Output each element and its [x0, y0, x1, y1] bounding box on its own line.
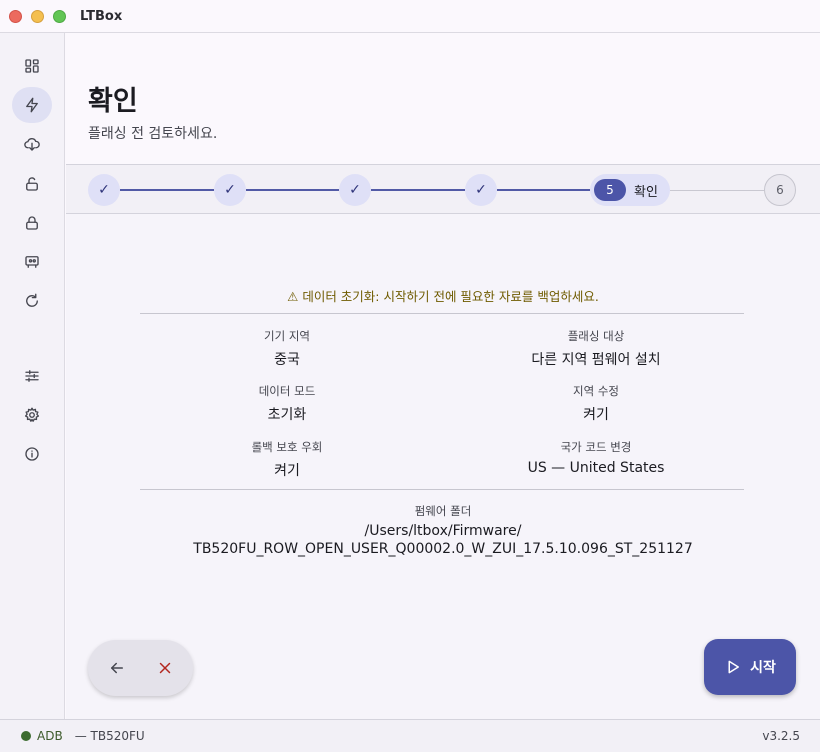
- start-button[interactable]: 시작: [704, 639, 796, 695]
- step-connector: [371, 189, 465, 191]
- field-value: 다른 지역 펌웨어 설치: [531, 352, 661, 368]
- firmware-folder-label: 펌웨어 폴더: [414, 504, 472, 518]
- field-flash-target: 플래싱 대상 다른 지역 펌웨어 설치: [446, 328, 746, 369]
- unlock-icon: [26, 177, 38, 191]
- field-value: 켜기: [583, 407, 609, 423]
- minimize-window-button[interactable]: [31, 9, 44, 23]
- firmware-folder-path-line: /Users/ltbox/Firmware/: [364, 523, 522, 539]
- firmware-folder-path: /Users/ltbox/Firmware/ TB520FU_ROW_OPEN_…: [66, 522, 820, 558]
- title-bar: LTBox: [0, 0, 820, 33]
- review-content: ⚠ 데이터 초기화: 시작하기 전에 필요한 자료를 백업하세요. 기기 지역 …: [66, 214, 820, 719]
- status-bar: ADB — TB520FU v3.2.5: [0, 719, 820, 752]
- dashboard-icon: [25, 59, 39, 73]
- sidebar-item-lock[interactable]: [12, 205, 52, 241]
- field-label: 지역 수정: [573, 384, 619, 398]
- connection-mode: ADB: [37, 729, 63, 743]
- play-icon: [728, 660, 740, 674]
- step-1-complete[interactable]: ✓: [88, 174, 120, 206]
- close-window-button[interactable]: [9, 9, 22, 23]
- sidebar-item-refresh[interactable]: [12, 283, 52, 319]
- lock-icon: [26, 216, 38, 230]
- page-header: 확인 플래싱 전 검토하세요.: [66, 33, 820, 164]
- flash-icon: [26, 97, 38, 113]
- field-value: 켜기: [274, 463, 300, 479]
- sidebar-item-device[interactable]: [12, 244, 52, 280]
- field-label: 국가 코드 변경: [560, 440, 632, 454]
- arrow-left-icon: [111, 662, 123, 674]
- sidebar-item-download[interactable]: [12, 126, 52, 162]
- step-4-complete[interactable]: ✓: [465, 174, 497, 206]
- step-connector: [497, 189, 590, 191]
- field-region-fix: 지역 수정 켜기: [446, 383, 746, 424]
- field-value: 초기화: [267, 407, 307, 423]
- device-model: — TB520FU: [74, 729, 145, 743]
- field-device-region: 기기 지역 중국: [137, 328, 437, 369]
- field-label: 기기 지역: [264, 329, 310, 343]
- page-title: 확인: [88, 86, 138, 117]
- sidebar-item-dashboard[interactable]: [12, 48, 52, 84]
- sidebar-item-settings[interactable]: [12, 397, 52, 433]
- device-icon: [25, 256, 39, 268]
- field-label: 플래싱 대상: [567, 329, 625, 343]
- sidebar-item-about[interactable]: [12, 436, 52, 472]
- firmware-folder-path-line: TB520FU_ROW_OPEN_USER_Q00002.0_W_ZUI_17.…: [193, 541, 693, 557]
- cloud-download-icon: [24, 138, 40, 151]
- field-value: US — United States: [527, 460, 665, 476]
- step-5-current[interactable]: 5 확인: [590, 174, 670, 206]
- info-icon: [25, 447, 39, 461]
- gear-icon: [24, 407, 40, 422]
- sidebar-item-unlock[interactable]: [12, 166, 52, 202]
- navigation-pill: [88, 640, 193, 696]
- close-icon: [159, 662, 171, 674]
- step-connector: [120, 189, 214, 191]
- main-panel: 확인 플래싱 전 검토하세요. ✓ ✓ ✓ ✓ 5 확인 6 ⚠ 데이터 초기화…: [66, 33, 820, 719]
- connection-status-indicator: [21, 731, 31, 741]
- sidebar: [0, 33, 65, 719]
- field-label: 롤백 보호 우회: [251, 440, 323, 454]
- page-subtitle: 플래싱 전 검토하세요.: [88, 126, 218, 142]
- app-version: v3.2.5: [762, 729, 800, 743]
- step-6-pending[interactable]: 6: [764, 174, 796, 206]
- divider: [140, 313, 744, 314]
- field-value: 중국: [274, 352, 300, 368]
- stepper: ✓ ✓ ✓ ✓ 5 확인 6: [66, 164, 820, 214]
- sidebar-item-tweaks[interactable]: [12, 358, 52, 394]
- step-connector: [670, 190, 764, 191]
- maximize-window-button[interactable]: [53, 9, 66, 23]
- divider: [140, 489, 744, 490]
- step-connector: [246, 189, 339, 191]
- step-3-complete[interactable]: ✓: [339, 174, 371, 206]
- window-controls: [9, 9, 66, 23]
- step-2-complete[interactable]: ✓: [214, 174, 246, 206]
- sliders-icon: [25, 370, 39, 382]
- step-label: 확인: [634, 184, 658, 200]
- field-data-mode: 데이터 모드 초기화: [137, 383, 437, 424]
- sidebar-item-flash[interactable]: [12, 87, 52, 123]
- refresh-icon: [26, 293, 38, 307]
- step-number: 5: [594, 179, 626, 201]
- cancel-button[interactable]: [145, 648, 185, 688]
- start-button-label: 시작: [750, 660, 776, 676]
- app-title: LTBox: [80, 8, 123, 24]
- field-rollback-bypass: 롤백 보호 우회 켜기: [137, 439, 437, 480]
- field-label: 데이터 모드: [258, 384, 316, 398]
- data-wipe-warning: ⚠ 데이터 초기화: 시작하기 전에 필요한 자료를 백업하세요.: [287, 289, 599, 304]
- back-button[interactable]: [97, 648, 137, 688]
- field-country-code: 국가 코드 변경 US — United States: [446, 439, 746, 476]
